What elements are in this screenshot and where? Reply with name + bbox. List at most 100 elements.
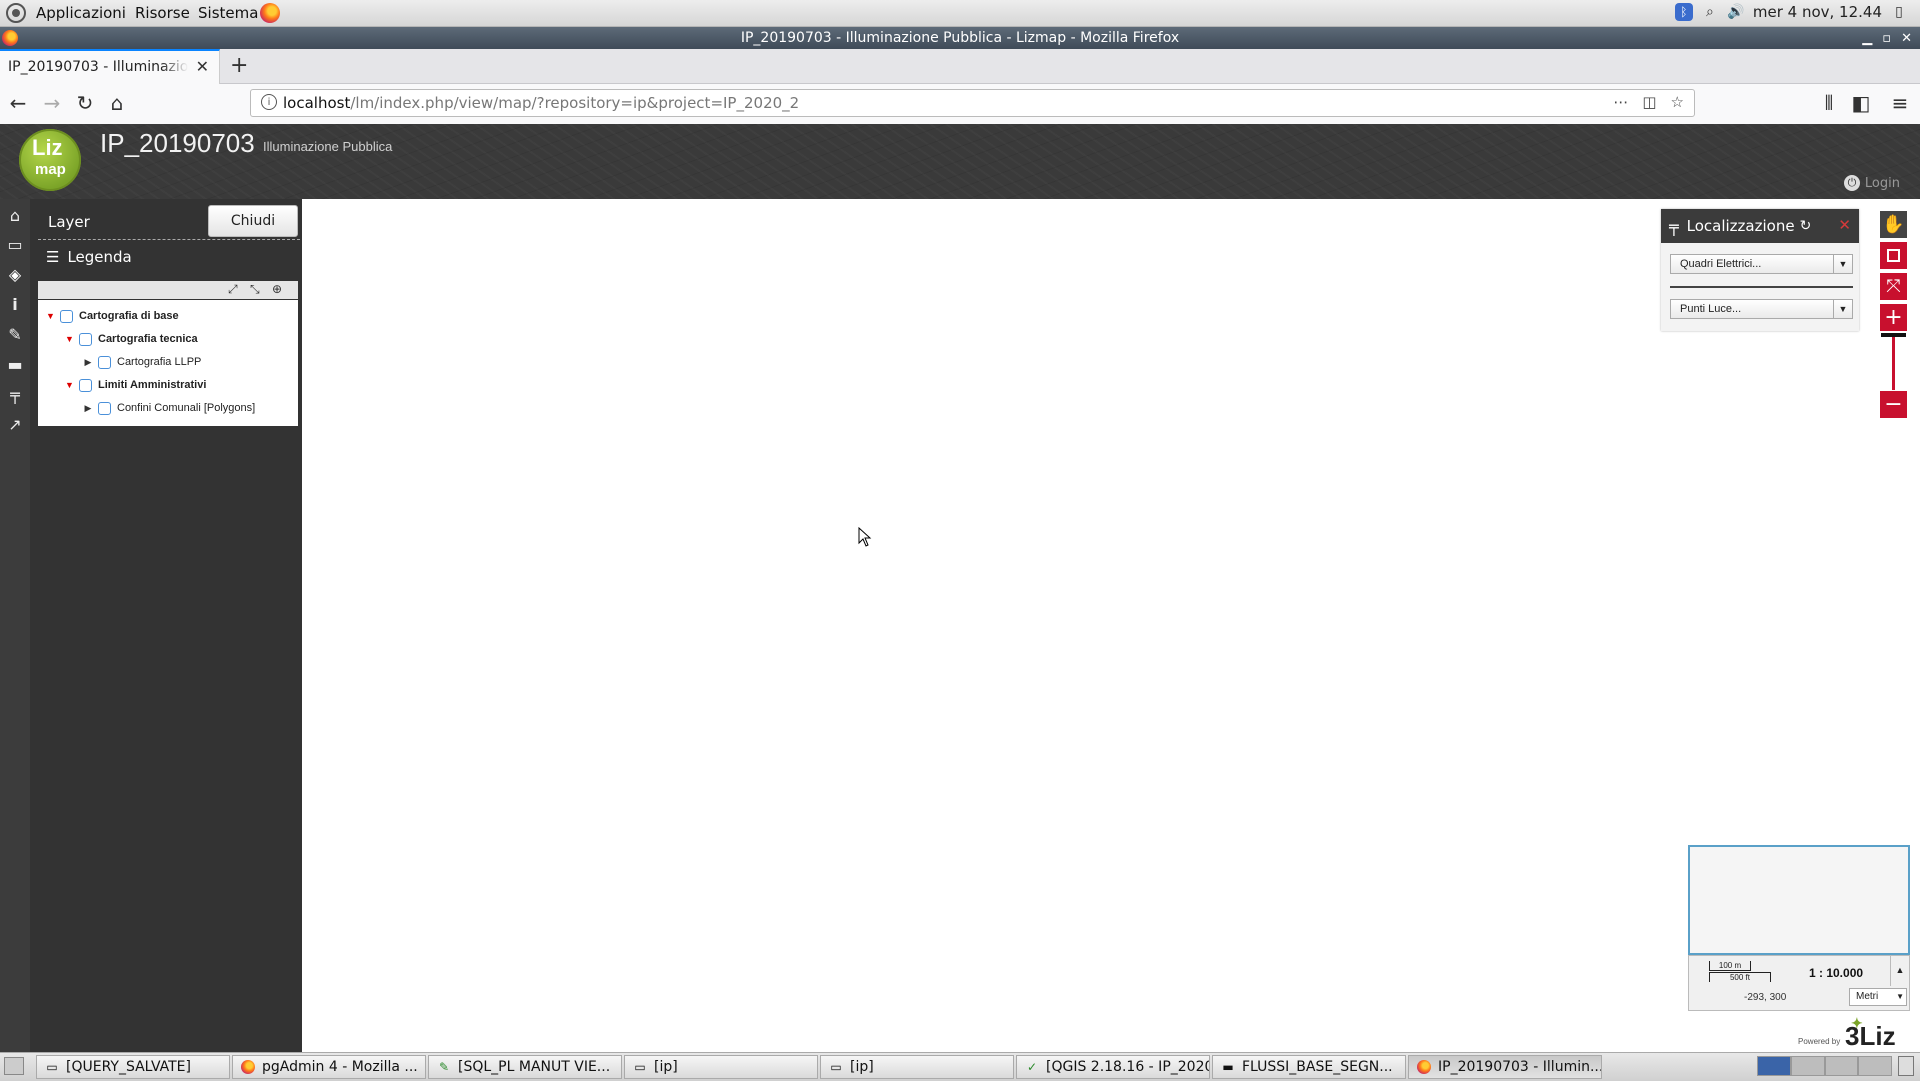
layer-checkbox[interactable] xyxy=(98,401,111,415)
triangle-right-icon[interactable]: ▶ xyxy=(84,357,92,368)
url-bar[interactable]: i localhost/lm/index.php/view/map/?repos… xyxy=(250,89,1695,117)
info-icon[interactable]: i xyxy=(4,293,26,315)
window-controls: ▁ ▫ ✕ xyxy=(1862,27,1912,49)
workspace-2[interactable] xyxy=(1790,1056,1825,1076)
site-info-icon[interactable]: i xyxy=(261,94,277,110)
menu-applications[interactable]: Applicazioni xyxy=(36,4,126,22)
firefox-launcher-icon[interactable] xyxy=(260,3,280,23)
layer-checkbox[interactable] xyxy=(60,309,73,323)
triangle-down-icon[interactable]: ▼ xyxy=(46,311,55,321)
locate-select-quadri[interactable]: Quadri Elettrici... ▼ xyxy=(1670,254,1853,274)
overview-map[interactable] xyxy=(1688,845,1910,955)
tab-close-icon[interactable]: ✕ xyxy=(196,57,209,76)
lizmap-logo[interactable]: Liz map xyxy=(19,129,81,191)
comment-icon[interactable]: ▬ xyxy=(4,353,26,375)
expand-all-icon[interactable]: ⤢ xyxy=(228,282,238,297)
task-button[interactable]: ▬ FLUSSI_BASE_SEGN... xyxy=(1212,1055,1406,1079)
browser-tab-active[interactable]: IP_20190703 - Illuminazione Pubblica - L… xyxy=(0,49,220,84)
triangle-down-icon[interactable]: ▼ xyxy=(65,380,74,390)
zoom-slider-handle[interactable] xyxy=(1881,333,1906,337)
share-icon[interactable]: ↗ xyxy=(4,413,26,435)
workspace-1[interactable] xyxy=(1757,1056,1791,1076)
home-icon[interactable]: ⌂ xyxy=(4,204,26,226)
close-dock-button[interactable]: Chiudi xyxy=(208,205,298,237)
dropdown-arrow-icon: ▼ xyxy=(1833,300,1852,318)
task-button[interactable]: ▭ [QUERY_SALVATE] xyxy=(36,1055,230,1079)
task-button[interactable]: ▭ [ip] xyxy=(820,1055,1014,1079)
menu-resources[interactable]: Risorse xyxy=(135,4,190,22)
login-link[interactable]: ⏻ Login xyxy=(1843,175,1900,191)
bluetooth-icon[interactable]: ᛒ xyxy=(1674,3,1693,21)
minimize-icon[interactable]: ▁ xyxy=(1862,31,1872,46)
edit-icon[interactable]: ✎ xyxy=(4,323,26,345)
clock[interactable]: mer 4 nov, 12.44 xyxy=(1753,3,1882,21)
locate-icon[interactable]: ╤ xyxy=(4,383,26,405)
zoom-in-icon[interactable]: + xyxy=(1880,304,1907,331)
units-select[interactable]: Metri ▼ xyxy=(1849,988,1907,1006)
close-window-icon[interactable]: ✕ xyxy=(1901,31,1912,46)
layer-checkbox[interactable] xyxy=(79,332,92,346)
home-icon[interactable]: ⌂ xyxy=(105,91,129,115)
task-button-active[interactable]: IP_20190703 - Illumin... xyxy=(1408,1055,1602,1079)
show-desktop-icon[interactable] xyxy=(4,1057,24,1075)
menu-system[interactable]: Sistema xyxy=(198,4,258,22)
page-actions-icon[interactable]: ⋯ xyxy=(1613,93,1628,111)
mouse-cursor-icon xyxy=(858,527,872,547)
tree-row[interactable]: ▼ Cartografia tecnica xyxy=(65,330,198,348)
zoom-extent-icon[interactable]: ⤧ xyxy=(1880,273,1907,300)
forward-icon[interactable]: → xyxy=(40,91,64,115)
3liz-logo[interactable]: ✦ 3Liz xyxy=(1845,1015,1896,1052)
tree-row[interactable]: ▶ Confini Comunali [Polygons] xyxy=(84,399,255,417)
triangle-right-icon[interactable]: ▶ xyxy=(84,403,92,414)
layers-icon[interactable]: ◈ xyxy=(4,263,26,285)
network-icon[interactable]: ⌕ xyxy=(1701,3,1719,21)
back-icon[interactable]: ← xyxy=(6,91,30,115)
close-icon[interactable]: ✕ xyxy=(1838,216,1851,234)
zoom-layer-icon[interactable]: ⊕ xyxy=(272,282,282,296)
bookmark-star-icon[interactable]: ☆ xyxy=(1671,93,1684,111)
zoom-box-icon[interactable] xyxy=(1880,242,1907,269)
volume-icon[interactable]: 🔊 xyxy=(1727,3,1745,21)
folder-icon[interactable]: ▭ xyxy=(4,233,26,255)
refresh-icon[interactable]: ↻ xyxy=(1800,218,1812,234)
workspace-switcher[interactable] xyxy=(1757,1056,1892,1076)
session-icon[interactable]: ▯ xyxy=(1890,3,1908,21)
task-button[interactable]: ▭ [ip] xyxy=(624,1055,818,1079)
locate-select-punti-luce[interactable]: Punti Luce... ▼ xyxy=(1670,299,1853,319)
pocket-icon[interactable]: ◫ xyxy=(1642,93,1656,111)
layer-checkbox[interactable] xyxy=(79,378,92,392)
firefox-icon xyxy=(1417,1060,1431,1074)
triangle-down-icon[interactable]: ▼ xyxy=(65,334,74,344)
locate-icon: ╤ xyxy=(1669,216,1679,236)
scale-up-arrow-icon[interactable]: ▲ xyxy=(1890,956,1909,986)
reload-icon[interactable]: ↻ xyxy=(73,91,97,115)
folder-icon: ▭ xyxy=(46,1060,58,1074)
tree-row[interactable]: ▼ Limiti Amministrativi xyxy=(65,376,206,394)
task-button[interactable]: ✎ [SQL_PL MANUT VIE... xyxy=(428,1055,622,1079)
layer-checkbox[interactable] xyxy=(98,355,111,369)
trash-icon[interactable] xyxy=(1898,1056,1914,1076)
firefox-icon xyxy=(241,1060,255,1074)
window-icon: ▬ xyxy=(1222,1060,1234,1074)
workspace-4[interactable] xyxy=(1858,1056,1892,1076)
new-tab-icon[interactable]: + xyxy=(230,53,248,78)
editor-icon: ✎ xyxy=(438,1060,450,1074)
zoom-slider-track[interactable] xyxy=(1892,334,1895,390)
scale-line: 100 m 500 ft xyxy=(1709,961,1771,983)
library-icon[interactable]: ⫴ xyxy=(1817,91,1841,115)
zoom-out-icon[interactable]: − xyxy=(1880,391,1907,418)
hamburger-menu-icon[interactable]: ≡ xyxy=(1888,91,1912,115)
pan-hand-icon[interactable]: ✋ xyxy=(1880,211,1907,238)
tree-row[interactable]: ▶ Cartografia LLPP xyxy=(84,353,201,371)
workspace-3[interactable] xyxy=(1824,1056,1859,1076)
maximize-icon[interactable]: ▫ xyxy=(1882,31,1891,46)
task-button[interactable]: ✓ [QGIS 2.18.16 - IP_2020] xyxy=(1016,1055,1210,1079)
gnome-foot-icon[interactable] xyxy=(6,3,26,23)
leaf-icon: ✦ xyxy=(1851,1015,1863,1031)
sidebar-icon[interactable]: ◧ xyxy=(1849,91,1873,115)
tree-row[interactable]: ▼ Cartografia di base xyxy=(46,307,179,325)
scale-box: 100 m 500 ft 1 : 10.000 ▲ -293, 300 Metr… xyxy=(1688,955,1910,1011)
url-text[interactable]: localhost/lm/index.php/view/map/?reposit… xyxy=(283,94,799,112)
collapse-all-icon[interactable]: ⤡ xyxy=(250,282,260,297)
task-button[interactable]: pgAdmin 4 - Mozilla ... xyxy=(232,1055,426,1079)
